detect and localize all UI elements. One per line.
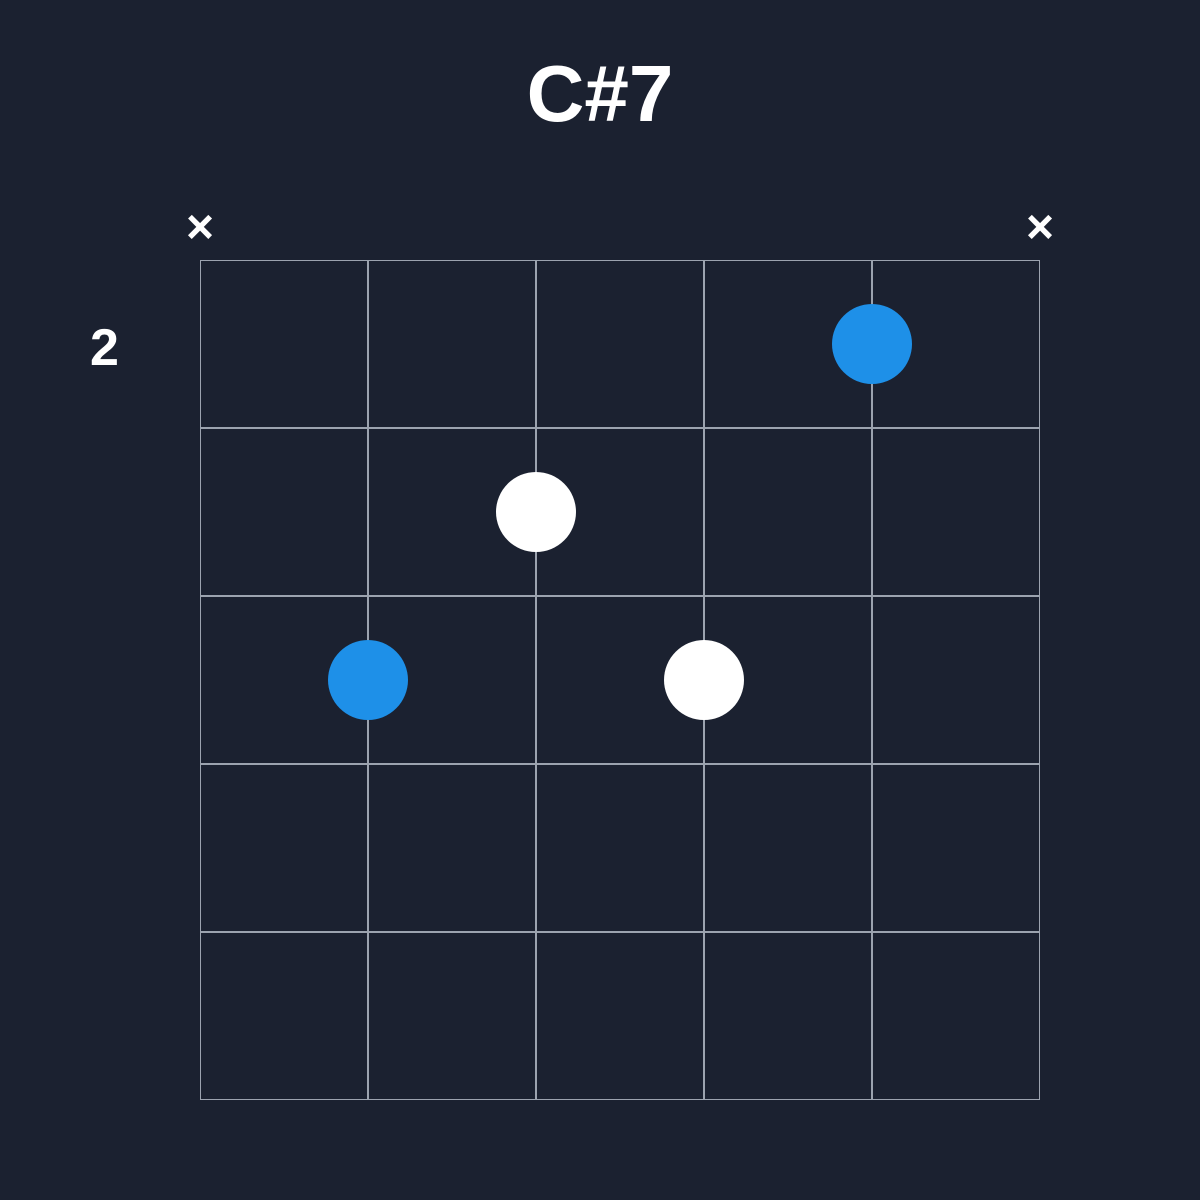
chord-title: C#7: [527, 48, 674, 140]
fretboard-container: 2 ××: [200, 260, 1040, 1100]
finger-dot: [664, 640, 744, 720]
fretboard-diagram: [200, 260, 1040, 1100]
starting-fret-label: 2: [90, 318, 119, 378]
mute-string-icon: ×: [1026, 200, 1054, 255]
finger-dot-root: [328, 640, 408, 720]
finger-dot: [496, 472, 576, 552]
mute-string-icon: ×: [186, 200, 214, 255]
finger-dot-root: [832, 304, 912, 384]
